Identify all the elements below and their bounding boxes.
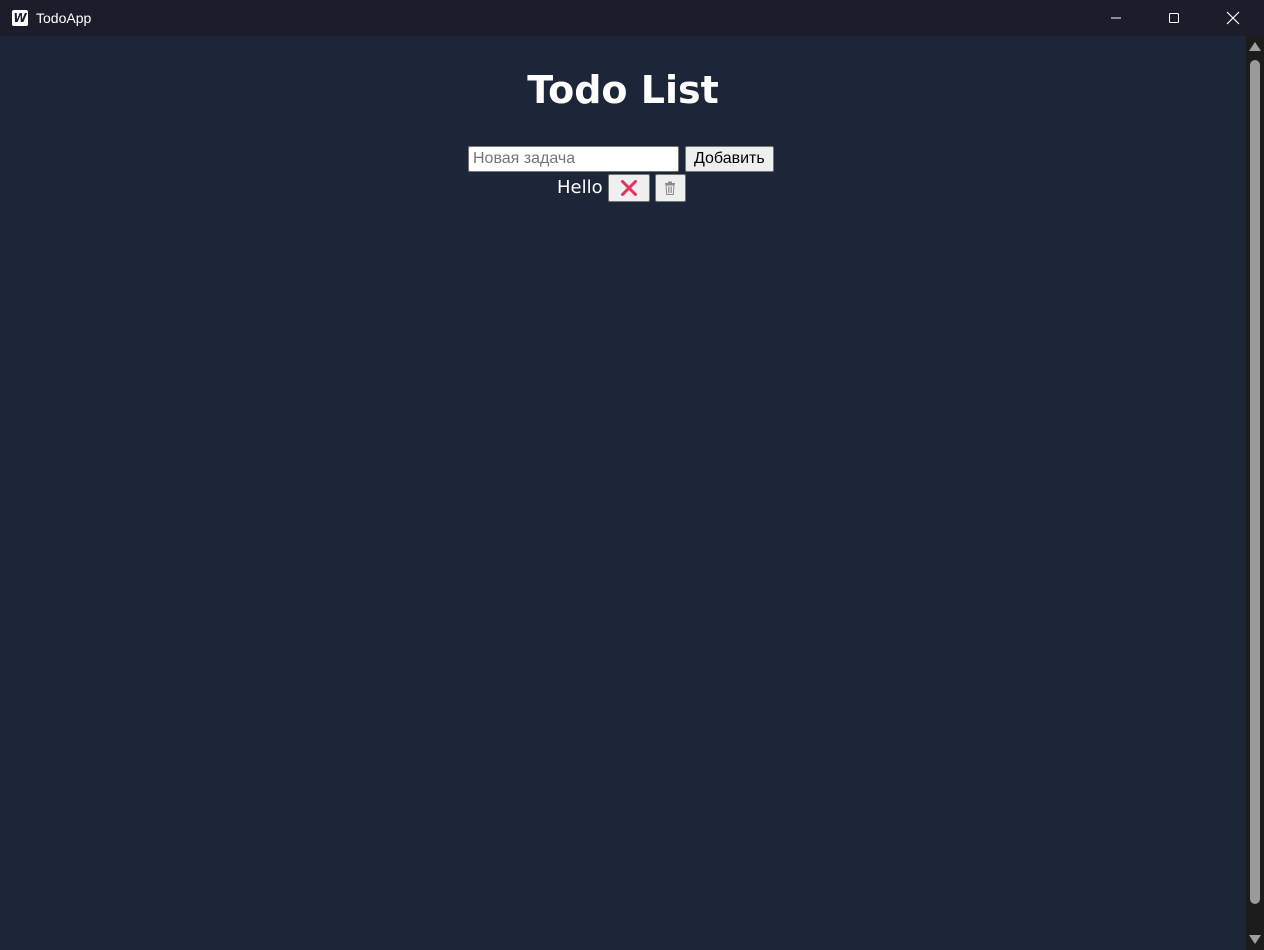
new-task-input[interactable]	[468, 146, 679, 172]
todo-text: Hello	[557, 177, 603, 198]
title-bar[interactable]: W TodoApp	[0, 0, 1264, 36]
scroll-thumb[interactable]	[1250, 60, 1260, 904]
vertical-scrollbar[interactable]	[1246, 36, 1264, 950]
toggle-complete-button[interactable]	[607, 174, 650, 202]
delete-button[interactable]	[654, 174, 686, 202]
minimize-icon	[1111, 17, 1121, 19]
app-logo-icon: W	[12, 10, 28, 26]
todo-item: Hello	[557, 173, 686, 203]
minimize-button[interactable]	[1087, 0, 1145, 36]
maximize-button[interactable]	[1145, 0, 1203, 36]
page-title: Todo List	[527, 68, 719, 112]
scroll-up-arrow-icon[interactable]	[1249, 42, 1261, 51]
close-icon	[1226, 11, 1240, 25]
scroll-down-arrow-icon[interactable]	[1249, 935, 1261, 944]
maximize-icon	[1169, 13, 1179, 23]
close-button[interactable]	[1204, 0, 1262, 36]
trash-icon	[665, 181, 676, 195]
add-task-form: Добавить	[468, 146, 774, 172]
red-x-icon	[620, 180, 637, 196]
content-area: Todo List Добавить Hello	[0, 36, 1246, 950]
app-window: W TodoApp Todo List Добавить Hello	[0, 0, 1264, 950]
add-button[interactable]: Добавить	[685, 146, 774, 172]
window-title: TodoApp	[36, 10, 92, 26]
